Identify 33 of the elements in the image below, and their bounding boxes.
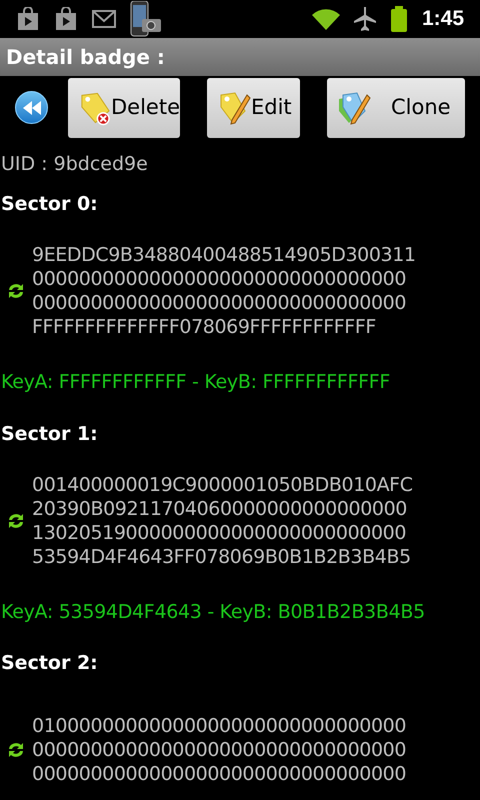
mail-icon — [92, 9, 116, 29]
block-data: 00000000000000000000000000000000 — [32, 738, 406, 762]
block-data: FFFFFFFFFFFFFF078069FFFFFFFFFFFF — [32, 315, 377, 339]
battery-icon — [390, 6, 408, 32]
keys-text: KeyA: 53594D4F4643 - KeyB: B0B1B2B3B4B5 — [0, 600, 426, 624]
store-bag-icon — [16, 7, 40, 31]
block-data: 00000000000000000000000000000000 — [32, 762, 406, 786]
delete-button[interactable]: Delete — [68, 78, 180, 138]
block-data: 00000000000000000000000000000000 — [32, 291, 408, 315]
block-data: 001400000019C9000001050BDB010AFC — [32, 472, 413, 496]
block-data: 00000000000000000000000000000000 — [32, 267, 408, 291]
airplane-icon — [354, 7, 376, 31]
block-data: 01000000000000000000000000000000 — [32, 714, 406, 738]
clock: 1:45 — [422, 6, 464, 32]
refresh-icon — [8, 281, 24, 301]
block-data: 13020519000000000000000000000000 — [32, 520, 408, 544]
phone-camera-icon — [130, 1, 162, 37]
rewind-icon — [22, 100, 42, 114]
block-data: 53594D4F4643FF078069B0B1B2B3B4B5 — [32, 544, 412, 568]
uid-text: UID : 9bdced9e — [0, 152, 149, 177]
edit-button[interactable]: Edit — [207, 78, 300, 138]
block-data: 9EEDDC9B34880400488514905D300311 — [32, 243, 416, 267]
sector-title: Sector 2: — [0, 651, 99, 676]
sector-title: Sector 1: — [0, 422, 99, 446]
back-button[interactable] — [15, 91, 48, 124]
wifi-icon — [312, 8, 340, 30]
block-data: 20390B09211704060000000000000000 — [32, 496, 408, 520]
keys-text: KeyA: FFFFFFFFFFFF - KeyB: FFFFFFFFFFFF — [0, 370, 391, 395]
screen-title: Detail badge : — [6, 44, 165, 71]
refresh-icon — [8, 740, 24, 760]
clone-button[interactable]: Clone — [327, 78, 465, 138]
sector-title: Sector 0: — [0, 192, 99, 217]
store-bag-icon — [54, 7, 78, 31]
